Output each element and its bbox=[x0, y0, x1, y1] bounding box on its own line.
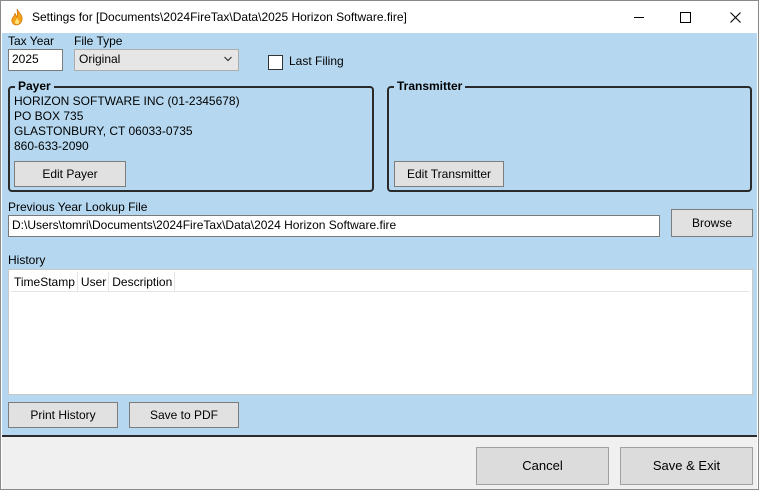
transmitter-group: Transmitter Edit Transmitter bbox=[387, 79, 752, 192]
history-header: TimeStamp User Description bbox=[11, 272, 749, 292]
edit-transmitter-button[interactable]: Edit Transmitter bbox=[394, 161, 504, 187]
edit-payer-button[interactable]: Edit Payer bbox=[14, 161, 126, 187]
chevron-down-icon bbox=[223, 53, 233, 65]
lookup-file-field[interactable]: D:\Users\tomri\Documents\2024FireTax\Dat… bbox=[8, 215, 660, 237]
lookup-file-label: Previous Year Lookup File bbox=[8, 200, 148, 214]
payer-legend: Payer bbox=[15, 79, 54, 93]
payer-phone: 860-633-2090 bbox=[14, 139, 89, 153]
print-history-button[interactable]: Print History bbox=[8, 402, 118, 428]
payer-address-line: PO BOX 735 bbox=[14, 109, 84, 123]
settings-window: Settings for [Documents\2024FireTax\Data… bbox=[0, 0, 759, 490]
settings-panel: Tax Year 2025 File Type Original Last Fi… bbox=[2, 33, 757, 435]
column-description[interactable]: Description bbox=[109, 272, 176, 292]
file-type-select[interactable]: Original bbox=[74, 49, 239, 71]
file-type-label: File Type bbox=[74, 34, 123, 48]
minimize-icon[interactable] bbox=[617, 1, 663, 33]
maximize-icon[interactable] bbox=[663, 1, 709, 33]
tax-year-field[interactable]: 2025 bbox=[8, 49, 63, 71]
column-user[interactable]: User bbox=[78, 272, 110, 292]
window-title: Settings for [Documents\2024FireTax\Data… bbox=[32, 10, 407, 24]
file-type-value: Original bbox=[79, 52, 121, 66]
close-icon[interactable] bbox=[712, 1, 758, 33]
dialog-footer: Cancel Save & Exit bbox=[2, 435, 757, 489]
payer-name: HORIZON SOFTWARE INC (01-2345678) bbox=[14, 94, 240, 108]
transmitter-legend: Transmitter bbox=[394, 79, 466, 93]
tax-year-label: Tax Year bbox=[8, 34, 55, 48]
payer-city-line: GLASTONBURY, CT 06033-0735 bbox=[14, 124, 193, 138]
history-list[interactable]: TimeStamp User Description bbox=[8, 269, 753, 395]
title-bar[interactable]: Settings for [Documents\2024FireTax\Data… bbox=[1, 1, 758, 33]
flame-icon bbox=[10, 8, 24, 26]
browse-button[interactable]: Browse bbox=[671, 209, 753, 237]
save-exit-button[interactable]: Save & Exit bbox=[620, 447, 753, 485]
last-filing-checkbox[interactable] bbox=[268, 55, 283, 70]
last-filing-label: Last Filing bbox=[289, 54, 344, 68]
save-to-pdf-button[interactable]: Save to PDF bbox=[129, 402, 239, 428]
cancel-button[interactable]: Cancel bbox=[476, 447, 609, 485]
history-label: History bbox=[8, 253, 46, 267]
column-timestamp[interactable]: TimeStamp bbox=[11, 272, 78, 292]
payer-group: Payer HORIZON SOFTWARE INC (01-2345678) … bbox=[8, 79, 374, 192]
